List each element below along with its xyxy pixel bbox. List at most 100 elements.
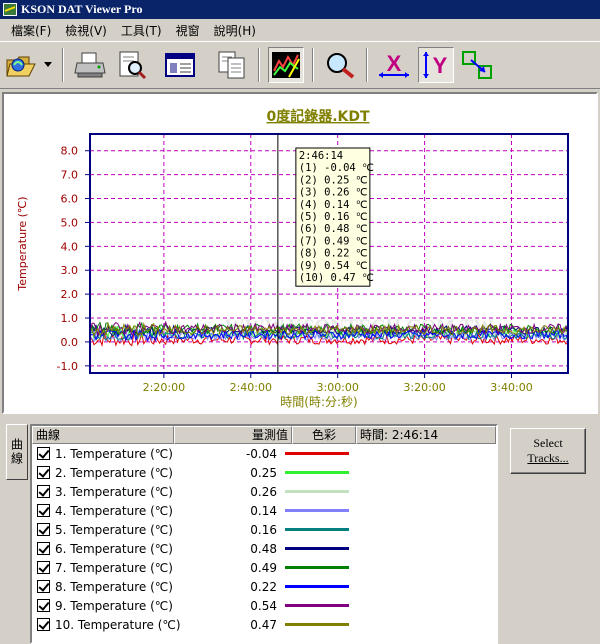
- menu-tools[interactable]: 工具(T): [114, 20, 169, 41]
- zoom-y-icon: Y: [423, 52, 448, 78]
- track-checkbox[interactable]: [37, 504, 50, 517]
- menu-help[interactable]: 說明(H): [207, 20, 263, 41]
- zoom-x-label: X: [387, 51, 402, 76]
- track-checkbox[interactable]: [37, 523, 50, 536]
- track-row[interactable]: 6. Temperature (℃) 0.48: [32, 539, 496, 558]
- header-color[interactable]: 色彩: [292, 426, 356, 444]
- copy-icon: [218, 51, 245, 79]
- chart-title: 0度記錄器.KDT: [266, 108, 370, 125]
- zoom-button[interactable]: [322, 47, 358, 83]
- menu-view[interactable]: 檢視(V): [58, 20, 114, 41]
- track-color-swatch[interactable]: [285, 528, 349, 531]
- y-tick-label: 8.0: [61, 145, 79, 158]
- track-list-header: 曲線 量測值 色彩 時間: 2:46:14: [32, 426, 496, 444]
- track-name: 10. Temperature (℃): [55, 617, 181, 632]
- track-checkbox[interactable]: [37, 466, 50, 479]
- track-color-swatch[interactable]: [285, 547, 349, 550]
- toolbar: X Y: [0, 41, 600, 89]
- track-checkbox[interactable]: [37, 618, 50, 631]
- track-color-swatch[interactable]: [285, 585, 349, 588]
- track-color-swatch[interactable]: [285, 490, 349, 493]
- track-color-swatch[interactable]: [285, 566, 349, 569]
- track-value: 0.54: [250, 598, 277, 613]
- track-value: 0.25: [250, 465, 277, 480]
- cursor-value: (5) 0.16 ℃: [299, 211, 368, 223]
- header-curve[interactable]: 曲線: [32, 426, 174, 444]
- track-value: 0.22: [250, 579, 277, 594]
- track-checkbox[interactable]: [37, 599, 50, 612]
- chart-panel[interactable]: 0度記錄器.KDT WWW.KSONTECH.COM.TW -1.0 0.0 1.0…: [2, 92, 598, 414]
- menu-file[interactable]: 檔案(F): [4, 20, 58, 41]
- y-tick-label: -1.0: [57, 360, 78, 373]
- cursor-value: (4) 0.14 ℃: [299, 199, 368, 211]
- open-button[interactable]: [4, 47, 40, 83]
- track-checkbox[interactable]: [37, 580, 50, 593]
- zoom-box-button[interactable]: [460, 47, 496, 83]
- zoom-y-label: Y: [433, 53, 448, 78]
- title-bar: KSON DAT Viewer Pro: [0, 0, 600, 19]
- track-row[interactable]: 8. Temperature (℃) 0.22: [32, 577, 496, 596]
- y-axis-label: Temperature (℃): [16, 196, 29, 291]
- track-color-swatch[interactable]: [285, 471, 349, 474]
- print-button[interactable]: [72, 47, 108, 83]
- track-checkbox[interactable]: [37, 447, 50, 460]
- copy-button[interactable]: [214, 47, 250, 83]
- select-tracks-line1: Select: [533, 436, 563, 450]
- temperature-chart[interactable]: 0度記錄器.KDT WWW.KSONTECH.COM.TW -1.00.01.0…: [4, 94, 596, 412]
- curve-tab[interactable]: 曲線: [6, 424, 28, 480]
- y-tick-label: 0.0: [61, 336, 79, 349]
- app-icon: [3, 3, 17, 16]
- zoom-y-button[interactable]: Y: [418, 47, 454, 83]
- track-checkbox[interactable]: [37, 561, 50, 574]
- track-value: 0.26: [250, 484, 277, 499]
- track-checkbox[interactable]: [37, 485, 50, 498]
- y-tick-label: 6.0: [61, 193, 79, 206]
- chart-view-button[interactable]: [268, 47, 304, 83]
- select-tracks-button[interactable]: Select Tracks...: [510, 428, 586, 474]
- x-tick-label: 3:00:00: [316, 381, 358, 394]
- y-tick-label: 5.0: [61, 216, 79, 229]
- header-time[interactable]: 時間: 2:46:14: [356, 426, 496, 444]
- track-row[interactable]: 5. Temperature (℃) 0.16: [32, 520, 496, 539]
- y-tick-label: 2.0: [61, 288, 79, 301]
- zoom-x-button[interactable]: X: [376, 47, 412, 83]
- header-value[interactable]: 量測值: [174, 426, 292, 444]
- cursor-value: (2) 0.25 ℃: [299, 174, 368, 186]
- track-value: 0.16: [250, 522, 277, 537]
- open-folder-icon: [6, 56, 36, 77]
- track-row[interactable]: 7. Temperature (℃) 0.49: [32, 558, 496, 577]
- print-preview-button[interactable]: [114, 47, 150, 83]
- summary-icon: [165, 53, 195, 77]
- chart-view-icon: [272, 52, 300, 78]
- x-tick-label: 2:20:00: [143, 381, 185, 394]
- track-name: 2. Temperature (℃): [55, 465, 173, 480]
- x-tick-label: 3:40:00: [490, 381, 532, 394]
- track-row[interactable]: 2. Temperature (℃) 0.25: [32, 463, 496, 482]
- select-tracks-line2: Tracks...: [527, 451, 569, 465]
- track-row[interactable]: 3. Temperature (℃) 0.26: [32, 482, 496, 501]
- y-tick-label: 1.0: [61, 312, 79, 325]
- menu-window[interactable]: 視窗: [169, 20, 207, 41]
- track-name: 1. Temperature (℃): [55, 446, 173, 461]
- track-list[interactable]: 曲線 量測值 色彩 時間: 2:46:14 1. Temperature (℃)…: [30, 424, 498, 644]
- summary-button[interactable]: [162, 47, 198, 83]
- track-color-swatch[interactable]: [285, 509, 349, 512]
- track-color-swatch[interactable]: [285, 623, 349, 626]
- cursor-readout: 2:46:14(1) -0.04 ℃(2) 0.25 ℃(3) 0.26 ℃(4…: [295, 147, 374, 287]
- track-row[interactable]: 4. Temperature (℃) 0.14: [32, 501, 496, 520]
- open-dropdown-button[interactable]: [40, 47, 56, 83]
- track-value: 0.14: [250, 503, 277, 518]
- track-row[interactable]: 10. Temperature (℃) 0.47: [32, 615, 496, 634]
- track-row[interactable]: 1. Temperature (℃) -0.04: [32, 444, 496, 463]
- track-row[interactable]: 9. Temperature (℃) 0.54: [32, 596, 496, 615]
- track-value: 0.47: [250, 617, 277, 632]
- track-color-swatch[interactable]: [285, 604, 349, 607]
- y-tick-label: 7.0: [61, 169, 79, 182]
- cursor-value: (1) -0.04 ℃: [299, 162, 374, 174]
- track-panel: 曲線 曲線 量測值 色彩 時間: 2:46:14 1. Temperature …: [0, 416, 600, 644]
- track-checkbox[interactable]: [37, 542, 50, 555]
- zoom-icon: [327, 53, 355, 79]
- track-color-swatch[interactable]: [285, 452, 349, 455]
- track-value: -0.04: [245, 446, 277, 461]
- track-name: 5. Temperature (℃): [55, 522, 173, 537]
